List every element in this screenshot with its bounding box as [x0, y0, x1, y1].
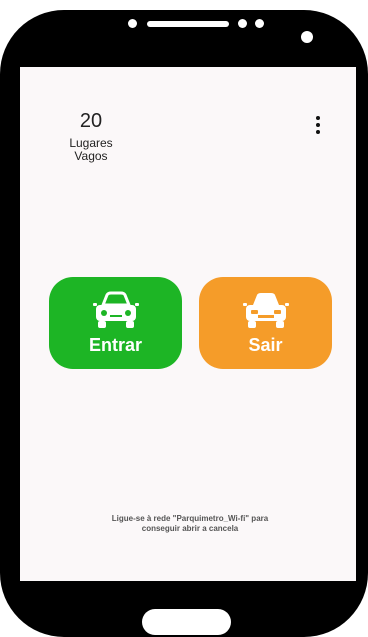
overflow-menu-button[interactable] — [308, 113, 328, 137]
exit-label: Sair — [248, 335, 283, 355]
exit-button[interactable]: Sair — [199, 277, 332, 369]
wifi-hint-line1: Ligue-se à rede "Parquimetro_Wi-fi" para — [111, 514, 269, 523]
front-camera — [301, 31, 313, 43]
car-icon — [93, 291, 139, 328]
speaker-grille — [147, 21, 229, 27]
sensor-dot — [128, 19, 137, 28]
free-spots-label-line2: Vagos — [74, 149, 108, 163]
wifi-hint: Ligue-se à rede "Parquimetro_Wi-fi" para… — [70, 514, 310, 534]
free-spots-count: 20 — [79, 110, 103, 132]
enter-label: Entrar — [88, 335, 142, 355]
more-vert-icon — [316, 123, 320, 127]
more-vert-icon — [316, 130, 320, 134]
car-icon — [243, 293, 289, 328]
wifi-hint-line2: conseguir abrir a cancela — [141, 524, 239, 533]
sensor-dot — [255, 19, 264, 28]
sensor-dot — [238, 19, 247, 28]
home-button[interactable] — [142, 609, 231, 635]
enter-button[interactable]: Entrar — [49, 277, 182, 369]
free-spots-label: Lugares Vagos — [54, 137, 128, 163]
more-vert-icon — [316, 116, 320, 120]
